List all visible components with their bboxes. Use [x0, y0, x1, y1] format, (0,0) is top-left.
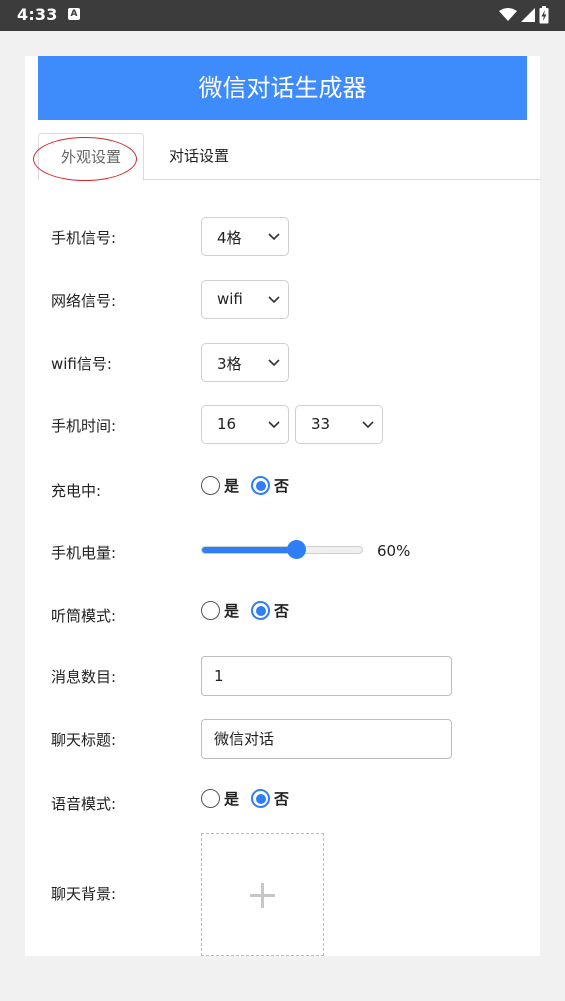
earpiece-row: 听筒模式: 是 否 — [51, 598, 531, 628]
settings-card: 微信对话生成器 外观设置 对话设置 手机信号: 4格 网络信号: wifi wi… — [25, 56, 540, 956]
chat-title-row: 聊天标题: 微信对话 — [51, 719, 531, 759]
charging-no-radio[interactable] — [251, 476, 271, 495]
earpiece-yes-radio[interactable] — [201, 601, 220, 620]
network-signal-label: 网络信号: — [51, 292, 117, 310]
status-time: 4:33 — [17, 5, 58, 24]
charging-row: 充电中: 是 否 — [51, 473, 531, 503]
voice-mode-radio-group: 是 否 — [201, 788, 301, 809]
minute-value: 33 — [311, 415, 331, 433]
network-signal-value: wifi — [217, 290, 243, 308]
chat-background-row: 聊天背景: — [51, 833, 531, 956]
earpiece-label: 听筒模式: — [51, 607, 117, 625]
battery-slider-fill — [202, 547, 298, 553]
chevron-down-icon — [268, 421, 280, 429]
status-icons — [499, 6, 549, 24]
phone-signal-label: 手机信号: — [51, 229, 117, 247]
message-count-row: 消息数目: 1 — [51, 656, 531, 696]
network-signal-select[interactable]: wifi — [201, 280, 289, 319]
wifi-signal-value: 3格 — [217, 355, 242, 373]
voice-no-radio[interactable] — [251, 789, 271, 808]
minute-select[interactable]: 33 — [295, 405, 383, 444]
voice-yes-label[interactable]: 是 — [224, 788, 239, 809]
tab-label: 对话设置 — [168, 147, 229, 165]
chat-background-label: 聊天背景: — [51, 885, 117, 903]
charging-label: 充电中: — [51, 482, 102, 500]
chevron-down-icon — [268, 233, 280, 241]
chat-title-label: 聊天标题: — [51, 731, 117, 749]
cell-signal-icon — [521, 8, 535, 22]
wifi-signal-select[interactable]: 3格 — [201, 343, 289, 382]
earpiece-yes-label[interactable]: 是 — [224, 600, 239, 621]
phone-time-row: 手机时间: 16 33 — [51, 405, 531, 445]
annotation-circle — [33, 137, 137, 181]
chevron-down-icon — [268, 359, 280, 367]
message-count-input[interactable]: 1 — [201, 656, 452, 696]
earpiece-radio-group: 是 否 — [201, 600, 301, 621]
battery-slider-thumb[interactable] — [286, 540, 306, 559]
message-count-label: 消息数目: — [51, 668, 117, 686]
chat-background-upload[interactable] — [201, 833, 324, 956]
phone-signal-row: 手机信号: 4格 — [51, 217, 531, 257]
battery-label: 手机电量: — [51, 544, 117, 562]
voice-mode-row: 语音模式: 是 否 — [51, 786, 531, 816]
charging-radio-group: 是 否 — [201, 475, 301, 496]
a-icon: A — [68, 8, 80, 20]
earpiece-no-label[interactable]: 否 — [274, 600, 289, 621]
chevron-down-icon — [268, 296, 280, 304]
chat-title-input[interactable]: 微信对话 — [201, 719, 452, 759]
battery-slider-track[interactable] — [201, 546, 363, 554]
wifi-icon — [499, 8, 517, 21]
wifi-signal-row: wifi信号: 3格 — [51, 343, 531, 383]
phone-signal-value: 4格 — [217, 229, 242, 247]
battery-value: 60% — [377, 542, 411, 560]
earpiece-no-radio[interactable] — [251, 601, 271, 620]
battery-charging-icon — [539, 6, 549, 24]
phone-signal-select[interactable]: 4格 — [201, 217, 289, 256]
tab-bar: 外观设置 对话设置 — [33, 133, 540, 181]
charging-no-label[interactable]: 否 — [274, 475, 289, 496]
tab-appearance-settings[interactable]: 外观设置 — [33, 133, 144, 181]
wifi-signal-label: wifi信号: — [51, 355, 112, 373]
charging-yes-label[interactable]: 是 — [224, 475, 239, 496]
voice-mode-label: 语音模式: — [51, 795, 117, 813]
charging-yes-radio[interactable] — [201, 476, 220, 495]
voice-no-label[interactable]: 否 — [274, 788, 289, 809]
voice-yes-radio[interactable] — [201, 789, 220, 808]
hour-value: 16 — [217, 415, 237, 433]
chevron-down-icon — [362, 421, 374, 429]
network-signal-row: 网络信号: wifi — [51, 280, 531, 320]
hour-select[interactable]: 16 — [201, 405, 289, 444]
phone-time-label: 手机时间: — [51, 417, 117, 435]
status-bar: 4:33 A — [0, 0, 565, 31]
tab-dialog-settings[interactable]: 对话设置 — [144, 133, 254, 181]
battery-row: 手机电量: 60% — [51, 536, 531, 566]
app-title-bar: 微信对话生成器 — [38, 56, 527, 120]
